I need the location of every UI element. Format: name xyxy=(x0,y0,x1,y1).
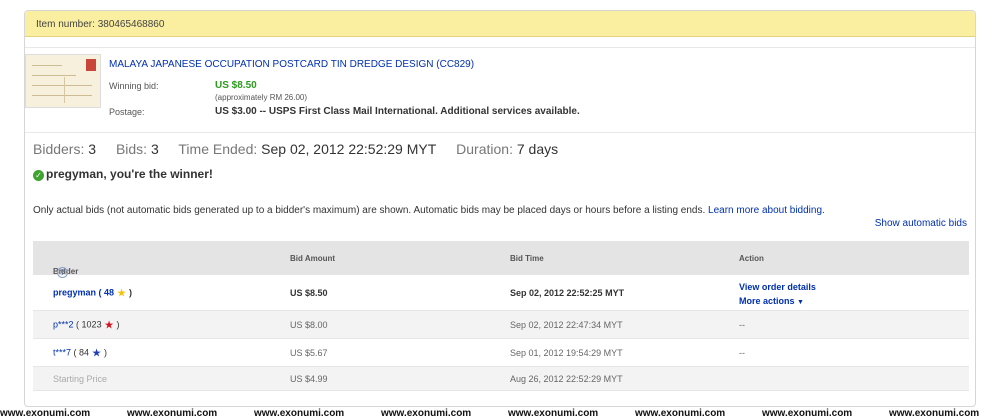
watermark-footer: www.exonumi.com www.exonumi.com www.exon… xyxy=(0,408,1000,420)
bid-amount: US $5.67 xyxy=(290,347,328,358)
watermark-text: www.exonumi.com xyxy=(762,408,853,419)
auction-stats: Bidders: 3 Bids: 3 Time Ended: Sep 02, 2… xyxy=(33,141,558,157)
winning-bid-approx: (approximately RM 26.00) xyxy=(215,93,308,102)
time-ended-label: Time Ended: xyxy=(178,141,258,157)
feedback-score: 1023 xyxy=(81,319,102,329)
table-header: Bidder? Bid Amount Bid Time Action xyxy=(33,241,969,278)
item-thumbnail[interactable] xyxy=(25,54,101,108)
postage-value: US $3.00 -- USPS First Class Mail Intern… xyxy=(215,106,580,117)
checkmark-icon: ✓ xyxy=(33,170,44,181)
duration-label: Duration: xyxy=(456,141,513,157)
feedback-score: 84 xyxy=(79,347,90,357)
header-bid-amount: Bid Amount xyxy=(290,254,336,263)
notice-text: Only actual bids (not automatic bids gen… xyxy=(33,205,709,216)
bidders-label: Bidders: xyxy=(33,141,85,157)
bidder-link[interactable]: p***2 xyxy=(53,319,74,329)
bidders-value: 3 xyxy=(88,141,97,157)
header-bid-time: Bid Time xyxy=(510,254,544,263)
winning-bid-label: Winning bid: xyxy=(109,81,159,91)
header-action: Action xyxy=(739,254,764,263)
time-ended-value: Sep 02, 2012 22:52:29 MYT xyxy=(261,141,437,157)
winner-message: ✓ pregyman, you're the winner! xyxy=(33,167,213,181)
watermark-text: www.exonumi.com xyxy=(0,408,91,419)
postage-label: Postage: xyxy=(109,107,145,117)
item-summary: MALAYA JAPANESE OCCUPATION POSTCARD TIN … xyxy=(25,47,975,133)
bid-time: Sep 01, 2012 19:54:29 MYT xyxy=(510,347,623,358)
table-row: t***7 ( 84 ★ ) US $5.67 Sep 01, 2012 19:… xyxy=(33,339,969,367)
bid-history-panel: Item number: 380465468860 MALAYA JAPANES… xyxy=(24,10,976,407)
learn-more-link[interactable]: Learn more about bidding. xyxy=(708,205,825,216)
bidder-link[interactable]: pregyman xyxy=(53,287,96,297)
view-order-details-link[interactable]: View order details xyxy=(739,280,816,294)
watermark-text: www.exonumi.com xyxy=(889,408,980,419)
action-cell: -- xyxy=(739,319,745,330)
bidder-link[interactable]: t***7 xyxy=(53,347,71,357)
item-number: Item number: 380465468860 xyxy=(36,19,165,30)
watermark-text: www.exonumi.com xyxy=(381,408,472,419)
table-row: pregyman ( 48 ★ ) US $8.50 Sep 02, 2012 … xyxy=(33,275,969,311)
winning-bid-value: US $8.50 xyxy=(215,80,257,91)
bid-history-table: Bidder? Bid Amount Bid Time Action pregy… xyxy=(33,241,969,391)
duration-value: 7 days xyxy=(516,141,559,157)
blue-star-icon: ★ xyxy=(91,347,102,359)
bid-amount: US $8.50 xyxy=(290,287,328,298)
action-cell: View order details More actions ▼ xyxy=(739,280,816,310)
yellow-star-icon: ★ xyxy=(116,287,127,299)
starting-price-label: Starting Price xyxy=(53,373,108,384)
watermark-text: www.exonumi.com xyxy=(127,408,218,419)
watermark-text: www.exonumi.com xyxy=(508,408,599,419)
show-automatic-bids-link[interactable]: Show automatic bids xyxy=(875,218,967,229)
watermark-text: www.exonumi.com xyxy=(254,408,345,419)
table-row: p***2 ( 1023 ★ ) US $8.00 Sep 02, 2012 2… xyxy=(33,311,969,339)
more-actions-dropdown[interactable]: More actions ▼ xyxy=(739,294,816,310)
feedback-score-link[interactable]: 48 xyxy=(104,287,114,297)
bid-amount: US $8.00 xyxy=(290,319,328,330)
bids-label: Bids: xyxy=(115,141,148,157)
watermark-text: www.exonumi.com xyxy=(635,408,726,419)
caret-down-icon: ▼ xyxy=(797,299,804,306)
item-number-bar: Item number: 380465468860 xyxy=(25,11,975,37)
bid-time: Aug 26, 2012 22:52:29 MYT xyxy=(510,373,623,384)
bid-notice: Only actual bids (not automatic bids gen… xyxy=(33,205,825,216)
table-row: Starting Price US $4.99 Aug 26, 2012 22:… xyxy=(33,367,969,391)
action-cell: -- xyxy=(739,347,745,358)
red-star-icon: ★ xyxy=(104,319,114,331)
bid-time: Sep 02, 2012 22:52:25 MYT xyxy=(510,287,625,298)
item-title-link[interactable]: MALAYA JAPANESE OCCUPATION POSTCARD TIN … xyxy=(109,59,474,70)
bid-time: Sep 02, 2012 22:47:34 MYT xyxy=(510,319,623,330)
winner-text: pregyman, you're the winner! xyxy=(46,167,213,181)
stamp-graphic xyxy=(86,59,96,71)
bid-amount: US $4.99 xyxy=(290,373,328,384)
bids-value: 3 xyxy=(150,141,159,157)
